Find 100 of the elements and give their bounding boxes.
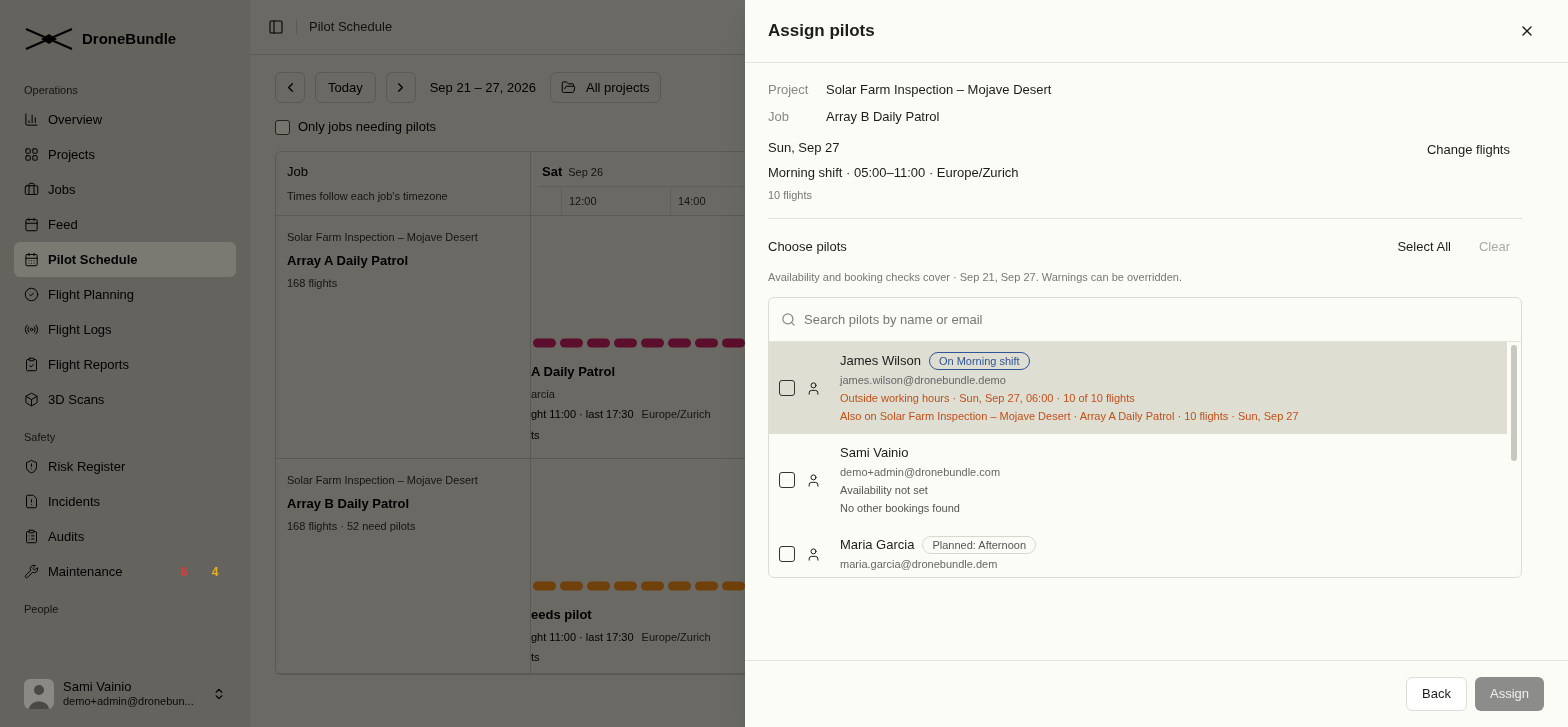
nav-item[interactable]: 3D Scans — [14, 382, 236, 417]
detail-label: Project — [768, 80, 810, 99]
nav-item[interactable]: Overview — [14, 102, 236, 137]
event-time: ght 11:00 · last 17:30 — [531, 629, 634, 645]
breadcrumb: Pilot Schedule — [309, 18, 393, 37]
previous-week-button[interactable] — [275, 72, 305, 103]
change-flights-button[interactable]: Change flights — [1414, 136, 1522, 164]
user-name: Sami Vainio — [63, 679, 133, 696]
next-week-button[interactable] — [385, 72, 416, 103]
pilot-checkbox[interactable] — [779, 472, 795, 488]
search-field[interactable]: Search pilots by name or email — [804, 309, 1509, 330]
person-icon — [806, 546, 821, 562]
day-header: Sat — [542, 163, 563, 181]
user-email: demo+admin@dronebun... — [63, 695, 195, 709]
user-avatar — [24, 679, 54, 709]
filter-checkbox[interactable] — [275, 119, 290, 135]
nav-item[interactable]: Incidents — [14, 484, 236, 519]
today-button[interactable]: Today — [315, 72, 376, 103]
file-alert-icon — [24, 494, 39, 509]
pilot-email: maria.garcia@dronebundle.dem — [840, 557, 999, 572]
detail-value: Array B Daily Patrol — [826, 107, 940, 126]
event-flights: ts — [531, 650, 540, 665]
column-header: Job — [287, 163, 309, 181]
event-time: ght 11:00 · last 17:30 — [531, 407, 634, 422]
nav-item[interactable]: Jobs — [14, 172, 236, 207]
event-timezone: Europe/Zurich — [641, 407, 711, 422]
pilot-row[interactable]: Sami Vainio demo+admin@dronebundle.com Availability not set No other bookings found — [769, 434, 1507, 526]
pilot-status-text: Also on Solar Farm Inspection – Mojave Desert · Array A Daily Patrol · 10 flights · Sun, Sep 27 — [840, 409, 1299, 424]
section-heading: Safety — [23, 429, 57, 445]
job-name[interactable]: Array B Daily Patrol — [287, 493, 519, 513]
pilot-email: demo+admin@dronebundle.com — [840, 465, 1001, 480]
shift-details: Morning shift · 05:00–11:00 · Europe/Zurich — [768, 163, 1019, 182]
nav-item[interactable]: Risk Register — [14, 449, 236, 484]
project-name: Solar Farm Inspection – Mojave Desert — [287, 230, 479, 245]
drone-logo-icon — [24, 27, 74, 51]
folder-icon — [560, 80, 576, 95]
project-filter-button[interactable]: All projects — [549, 72, 661, 103]
shift-date: Sun, Sep 27 — [768, 139, 841, 157]
nav-item[interactable]: Flight Planning — [14, 277, 236, 312]
availability-note: Availability and booking checks cover · Sep 21, Sep 27. Warnings can be overridden. — [768, 269, 1183, 285]
person-icon — [806, 380, 821, 396]
detail-value: Solar Farm Inspection – Mojave Desert — [826, 80, 1052, 99]
pilot-status-text: Outside working hours · Sun, Sep 27, 06:00 · 10 of 10 flights — [840, 391, 1136, 406]
time-label: 12:00 — [569, 193, 597, 209]
sidebar-toggle-icon[interactable] — [268, 19, 284, 35]
job-meta: 168 flights · 52 need pilots — [287, 519, 417, 534]
pilot-name: Sami Vainio — [840, 444, 909, 462]
clipboard-icon — [24, 529, 39, 544]
signal-icon — [24, 322, 39, 337]
column-subheader: Times follow each job's timezone — [287, 188, 449, 204]
scrollbar-thumb[interactable] — [1511, 345, 1517, 461]
section-heading: People — [23, 601, 60, 617]
pilot-checkbox[interactable] — [779, 546, 795, 562]
event-flights: ts — [531, 427, 540, 443]
search-icon — [781, 312, 796, 327]
check-circle-icon — [24, 287, 39, 302]
event-title[interactable]: A Daily Patrol — [531, 362, 616, 382]
nav-item[interactable]: Projects — [14, 137, 236, 172]
event-timezone: Europe/Zurich — [641, 629, 711, 645]
nav-item[interactable]: Maintenance 6 4 — [14, 554, 236, 589]
detail-label: Job — [768, 107, 790, 126]
job-name[interactable]: Array A Daily Patrol — [287, 250, 519, 270]
time-label: 14:00 — [678, 193, 706, 209]
pilot-email: james.wilson@dronebundle.demo — [840, 373, 1007, 388]
calendar-icon — [24, 252, 39, 267]
brand-name: DroneBundle — [82, 28, 177, 49]
shield-icon — [24, 459, 39, 474]
job-meta: 168 flights — [287, 276, 339, 291]
cube-icon — [24, 392, 39, 407]
back-button[interactable]: Back — [1406, 677, 1467, 711]
count-label: 4 — [210, 563, 220, 581]
wrench-icon — [24, 564, 39, 579]
grid-icon — [24, 147, 39, 162]
nav-item[interactable]: Pilot Schedule — [14, 242, 236, 277]
nav-item[interactable]: Audits — [14, 519, 236, 554]
pilot-name: Maria Garcia — [840, 536, 915, 554]
pilot-checkbox[interactable] — [779, 380, 795, 396]
section-title: Choose pilots — [768, 237, 847, 256]
nav-item[interactable]: Feed — [14, 207, 236, 242]
filter-label: Only jobs needing pilots — [298, 118, 437, 137]
pilot-status-text: No other bookings found — [840, 501, 961, 516]
date-range: Sep 21 – 27, 2026 — [428, 78, 537, 97]
chart-icon — [24, 112, 39, 127]
briefcase-icon — [24, 182, 39, 197]
pilot-status-text: Availability not set — [840, 483, 929, 498]
nav-item[interactable]: Flight Logs — [14, 312, 236, 347]
pilot-row[interactable]: Maria Garcia Planned: Afternoon maria.garcia@dronebundle.dem — [769, 526, 1507, 577]
event-pilot: arcia — [531, 386, 555, 402]
event-title[interactable]: eeds pilot — [531, 605, 592, 625]
calendar-icon — [24, 217, 39, 232]
person-icon — [806, 472, 821, 488]
count-label: 6 — [179, 563, 189, 581]
section-heading: Operations — [23, 82, 79, 98]
flight-count: 10 flights — [768, 188, 814, 203]
pilot-name: James Wilson — [840, 352, 921, 370]
clipboard-icon — [24, 357, 39, 372]
nav-item[interactable]: Flight Reports — [14, 347, 236, 382]
panel-title: Assign pilots — [768, 20, 875, 43]
date-header: Sep 26 — [568, 165, 604, 180]
select-all-button[interactable]: Select All — [1385, 232, 1463, 261]
